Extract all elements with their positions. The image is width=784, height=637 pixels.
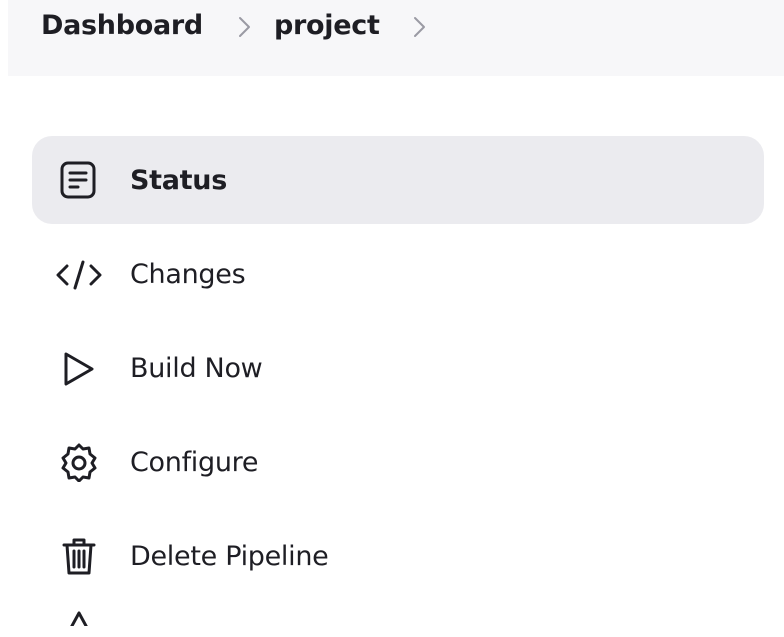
sidebar-item-delete-pipeline[interactable]: Delete Pipeline: [32, 512, 764, 600]
play-icon: [56, 348, 102, 388]
sidebar-item-build-now[interactable]: Build Now: [32, 324, 764, 412]
chevron-right-icon[interactable]: [408, 14, 430, 40]
sidebar-item-label: Delete Pipeline: [130, 541, 329, 572]
code-icon: [56, 254, 102, 294]
sidebar-item-label: Changes: [130, 259, 246, 290]
gear-icon: [56, 442, 102, 482]
sidebar-item-changes[interactable]: Changes: [32, 230, 764, 318]
breadcrumb-project[interactable]: project: [274, 10, 380, 41]
sidebar-item-status[interactable]: Status: [32, 136, 764, 224]
trash-icon: [56, 536, 102, 576]
sidebar-item-partial[interactable]: [32, 606, 764, 626]
chevron-right-icon: [233, 14, 255, 40]
sidebar-item-label: Configure: [130, 447, 259, 478]
warning-icon: [56, 610, 102, 626]
sidebar-item-configure[interactable]: Configure: [32, 418, 764, 506]
sidebar-item-label: Status: [130, 165, 227, 196]
document-icon: [56, 160, 102, 200]
breadcrumb: Dashboard project: [8, 0, 784, 76]
breadcrumb-dashboard[interactable]: Dashboard: [41, 10, 203, 41]
sidebar-item-label: Build Now: [130, 353, 263, 384]
side-panel-tasks: Status Changes Build Now Configure Delet…: [32, 136, 764, 632]
